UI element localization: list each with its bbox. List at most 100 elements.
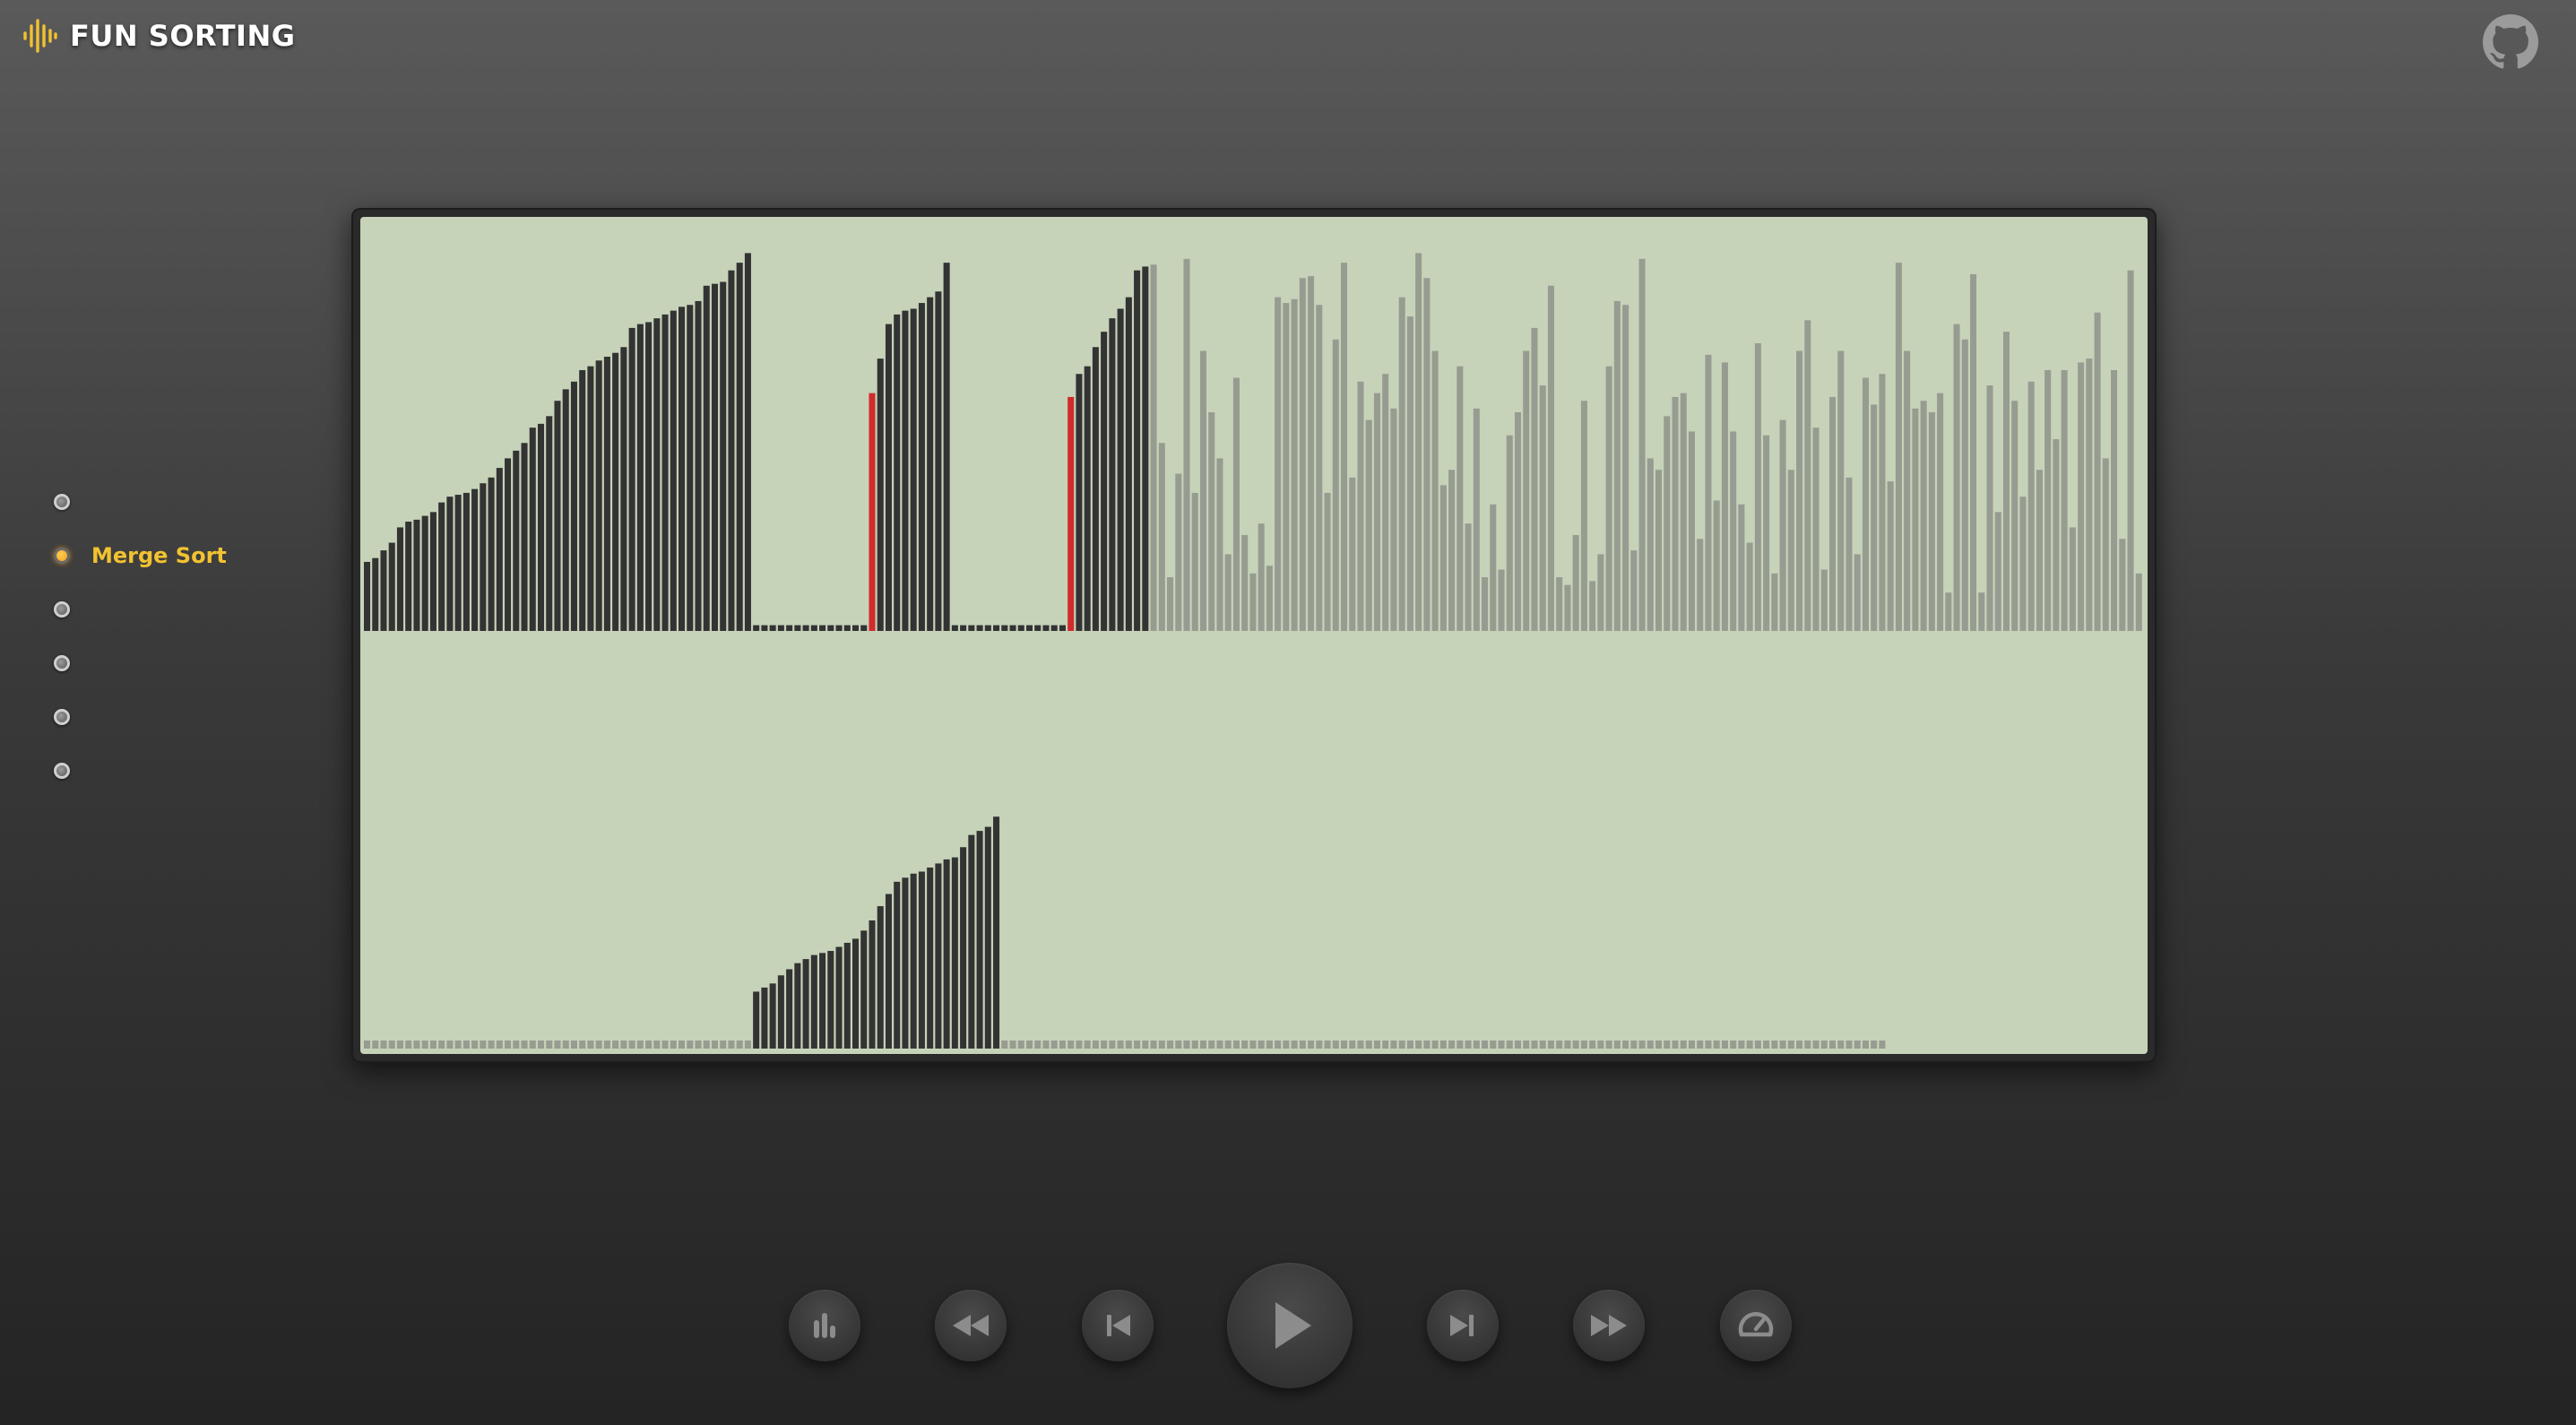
main-bar-87 — [1084, 366, 1091, 631]
app-header: FUN SORTING — [22, 16, 296, 56]
aux-bar-125 — [1398, 1041, 1405, 1049]
aux-bar-115 — [1316, 1041, 1323, 1049]
aux-bar-154 — [1638, 1041, 1646, 1049]
main-bar-154 — [1638, 258, 1646, 631]
aux-bar-21 — [537, 1041, 545, 1049]
main-bar-24 — [562, 389, 569, 631]
main-bar-119 — [1349, 477, 1356, 631]
main-bar-126 — [1406, 316, 1413, 631]
main-bar-163 — [1713, 500, 1720, 631]
aux-bar-134 — [1473, 1041, 1480, 1049]
main-bar-3 — [388, 542, 395, 631]
main-bar-89 — [1101, 332, 1108, 631]
main-bar-117 — [1332, 339, 1339, 631]
main-bar-122 — [1373, 393, 1380, 631]
main-bar-100 — [1191, 492, 1198, 631]
aux-bar-65 — [902, 877, 909, 1049]
radio-dot-active[interactable] — [54, 548, 70, 564]
main-bar-23 — [554, 401, 561, 631]
aux-bar-145 — [1564, 1041, 1571, 1049]
aux-bar-27 — [587, 1041, 594, 1049]
aux-bar-37 — [670, 1041, 677, 1049]
main-bar-213 — [2127, 270, 2134, 631]
main-bar-118 — [1340, 263, 1348, 631]
main-bar-147 — [1580, 401, 1587, 631]
main-bar-211 — [2111, 369, 2118, 631]
algorithm-option-4[interactable] — [54, 645, 91, 681]
aux-bar-97 — [1167, 1041, 1174, 1049]
main-bar-136 — [1490, 504, 1497, 631]
play-icon — [1275, 1302, 1311, 1349]
main-bar-173 — [1796, 350, 1803, 631]
aux-bar-34 — [645, 1041, 653, 1049]
aux-bar-43 — [720, 1041, 727, 1049]
main-bar-111 — [1283, 303, 1290, 631]
main-bar-77 — [1001, 625, 1008, 631]
radio-dot[interactable] — [54, 655, 70, 671]
main-bar-187 — [1912, 408, 1919, 631]
aux-bar-136 — [1490, 1041, 1497, 1049]
step-back-button[interactable] — [1082, 1290, 1154, 1361]
radio-dot[interactable] — [54, 601, 70, 618]
main-bar-75 — [984, 625, 991, 631]
main-bar-181 — [1862, 377, 1869, 631]
play-button[interactable] — [1227, 1263, 1353, 1388]
aux-bar-11 — [454, 1041, 462, 1049]
aux-bar-114 — [1308, 1041, 1315, 1049]
radio-dot[interactable] — [54, 494, 70, 510]
aux-bar-54 — [810, 954, 817, 1049]
aux-bar-110 — [1275, 1041, 1282, 1049]
main-bar-46 — [744, 253, 751, 631]
main-bar-137 — [1498, 569, 1505, 631]
main-bar-197 — [1994, 512, 2001, 631]
step-forward-button[interactable] — [1427, 1290, 1499, 1361]
algorithm-option-5[interactable] — [54, 699, 91, 735]
aux-bar-70 — [943, 859, 950, 1049]
rewind-button[interactable] — [935, 1290, 1007, 1361]
aux-bar-183 — [1879, 1041, 1886, 1049]
fast-forward-button[interactable] — [1573, 1290, 1645, 1361]
aux-bar-152 — [1622, 1041, 1629, 1049]
main-bar-80 — [1025, 625, 1033, 631]
aux-bar-86 — [1076, 1041, 1083, 1049]
main-bar-93 — [1134, 270, 1141, 631]
radio-dot[interactable] — [54, 709, 70, 725]
algorithm-option-6[interactable] — [54, 753, 91, 789]
aux-bar-52 — [794, 963, 801, 1049]
bar-chart-button[interactable] — [789, 1290, 860, 1361]
aux-bar-60 — [860, 930, 868, 1049]
main-bar-90 — [1109, 318, 1116, 631]
aux-bar-17 — [505, 1041, 512, 1049]
algorithm-label: Merge Sort — [91, 543, 227, 568]
main-bar-95 — [1150, 264, 1157, 631]
main-bar-212 — [2119, 539, 2126, 631]
algorithm-option-merge-sort[interactable]: Merge Sort — [54, 538, 227, 574]
main-bar-131 — [1448, 470, 1456, 631]
main-bar-4 — [396, 527, 403, 631]
main-bar-59 — [852, 625, 860, 631]
aux-bar-1 — [372, 1041, 379, 1049]
main-bar-182 — [1871, 404, 1878, 631]
radio-dot[interactable] — [54, 763, 70, 779]
aux-bar-76 — [993, 816, 1000, 1049]
main-bar-58 — [843, 625, 851, 631]
aux-bar-96 — [1158, 1041, 1165, 1049]
aux-bar-98 — [1175, 1041, 1182, 1049]
main-bar-115 — [1316, 305, 1323, 631]
speedometer-icon — [1738, 1312, 1774, 1337]
main-bar-170 — [1771, 573, 1778, 631]
aux-bar-45 — [736, 1041, 743, 1049]
main-bar-201 — [2027, 381, 2035, 631]
aux-bar-177 — [1828, 1041, 1837, 1049]
main-bar-32 — [628, 327, 635, 631]
algorithm-option-3[interactable] — [54, 592, 91, 627]
aux-bar-8 — [429, 1041, 437, 1049]
aux-bar-78 — [1009, 1041, 1016, 1049]
aux-bar-126 — [1406, 1041, 1413, 1049]
algorithm-option-1[interactable] — [54, 484, 91, 520]
main-bar-60 — [860, 625, 868, 631]
speed-button[interactable] — [1720, 1290, 1792, 1361]
github-icon[interactable] — [2483, 14, 2538, 70]
main-bar-138 — [1506, 435, 1513, 631]
main-bar-65 — [902, 310, 909, 631]
